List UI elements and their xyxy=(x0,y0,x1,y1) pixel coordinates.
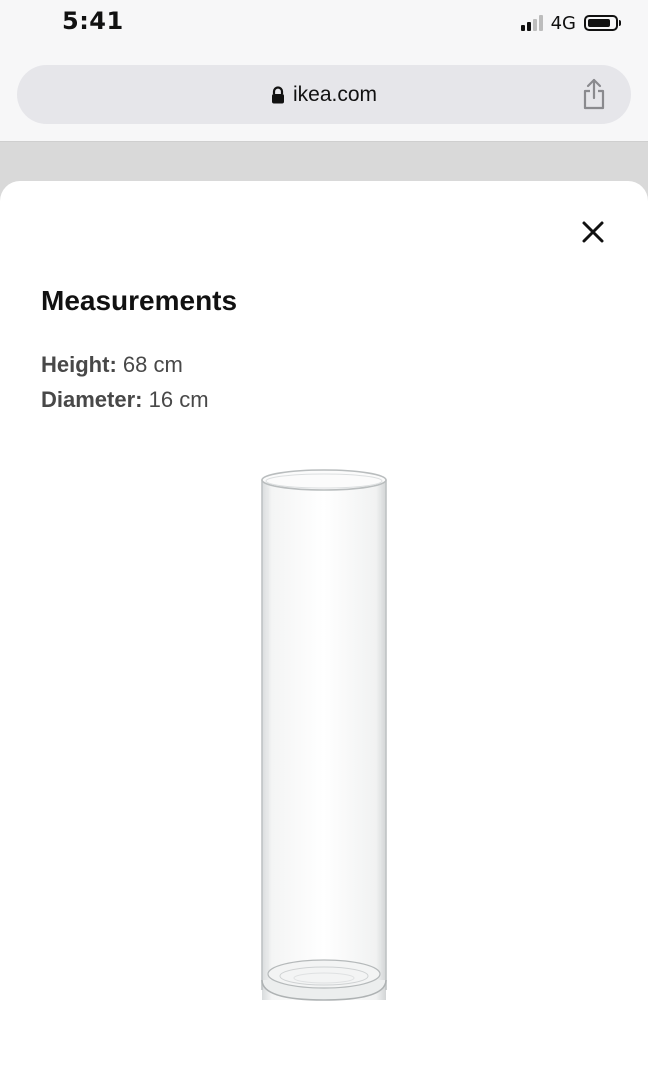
address-bar[interactable]: ikea.com xyxy=(17,65,631,124)
battery-icon xyxy=(584,15,621,31)
diameter-value: 16 cm xyxy=(148,387,209,412)
network-label: 4G xyxy=(550,12,576,34)
browser-header: ikea.com xyxy=(0,46,648,141)
signal-icon xyxy=(520,15,543,31)
height-label: Height: xyxy=(41,352,117,377)
share-icon[interactable] xyxy=(581,77,607,111)
height-value: 68 cm xyxy=(122,352,183,377)
diameter-measurement: Diameter: 16 cm xyxy=(41,387,209,413)
lock-icon xyxy=(271,85,284,103)
height-measurement: Height: 68 cm xyxy=(41,352,183,378)
sheet-title: Measurements xyxy=(41,285,238,316)
vase-image xyxy=(261,469,387,1001)
address-center: ikea.com xyxy=(17,65,631,124)
status-time: 5:41 xyxy=(62,7,124,35)
diameter-label: Diameter: xyxy=(41,387,143,412)
close-icon[interactable] xyxy=(578,217,608,247)
status-indicators: 4G xyxy=(520,12,621,34)
url-text: ikea.com xyxy=(292,82,378,106)
measurements-sheet: Measurements Height: 68 cm Diameter: 16 … xyxy=(0,181,648,1080)
status-bar: 5:41 4G xyxy=(0,0,648,46)
